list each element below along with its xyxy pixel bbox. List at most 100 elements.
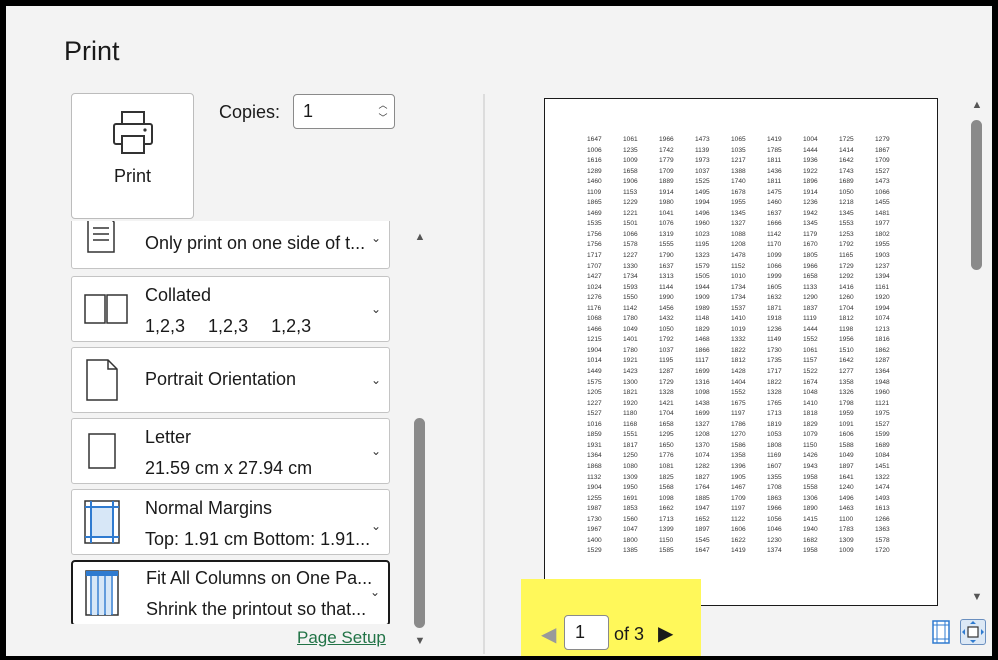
preview-cell: 1725 <box>839 136 854 143</box>
copies-input[interactable] <box>295 96 371 127</box>
collation-dropdown[interactable]: Collated 1,2,3 1,2,3 1,2,3 ⌄ <box>71 276 390 342</box>
preview-cell: 1419 <box>767 136 782 143</box>
preview-cell: 1197 <box>731 505 746 513</box>
preview-cell: 1579 <box>695 262 710 270</box>
preview-cell: 1006 <box>587 146 602 154</box>
preview-cell: 1585 <box>659 547 674 555</box>
scaling-description: Shrink the printout so that... <box>146 599 367 619</box>
preview-cell: 1270 <box>731 431 746 439</box>
preview-cell: 1144 <box>659 283 674 291</box>
preview-cell: 1802 <box>875 230 890 238</box>
current-page-input[interactable] <box>564 615 609 650</box>
preview-cell: 1374 <box>767 547 782 555</box>
preview-cell: 1537 <box>731 304 746 312</box>
preview-cell: 1812 <box>731 357 746 365</box>
preview-cell: 1811 <box>767 157 782 165</box>
preview-cell: 1921 <box>623 357 638 365</box>
preview-cell: 1730 <box>767 346 782 354</box>
page-setup-link[interactable]: Page Setup <box>297 628 386 648</box>
show-margins-button[interactable] <box>928 619 954 645</box>
preview-cell: 1980 <box>659 199 674 207</box>
preview-cell: 1525 <box>695 178 710 186</box>
scroll-down-icon[interactable]: ▼ <box>412 634 428 648</box>
preview-cell: 1364 <box>587 452 602 460</box>
letter-page-icon <box>88 433 116 469</box>
preview-cell: 1920 <box>623 399 638 407</box>
preview-cell: 1290 <box>803 294 818 302</box>
preview-cell: 1867 <box>875 146 890 154</box>
scroll-up-icon[interactable]: ▲ <box>969 98 985 112</box>
preview-cell: 1066 <box>767 262 782 270</box>
preview-cell: 1165 <box>839 252 854 260</box>
preview-cell: 1607 <box>767 462 782 470</box>
preview-cell: 1236 <box>803 199 818 207</box>
print-backstage: Print Print Copies: ︿ ﹀ Only print on on… <box>6 6 992 656</box>
preview-cell: 1363 <box>875 526 890 534</box>
previous-page-icon[interactable]: ◀ <box>541 622 556 647</box>
preview-cell: 1955 <box>875 241 890 249</box>
preview-cell: 1522 <box>803 368 818 376</box>
preview-cell: 1227 <box>623 252 638 260</box>
paper-size-dropdown[interactable]: Letter 21.59 cm x 27.94 cm ⌄ <box>71 418 390 484</box>
preview-cell: 1385 <box>623 547 638 555</box>
copies-stepper[interactable]: ︿ ﹀ <box>293 94 395 129</box>
preview-cell: 1527 <box>875 420 890 428</box>
preview-cell: 1578 <box>623 241 638 249</box>
preview-cell: 1868 <box>587 462 602 470</box>
preview-cell: 1316 <box>695 378 710 386</box>
preview-cell: 1419 <box>731 547 746 555</box>
preview-cell: 1792 <box>659 336 674 344</box>
show-margins-icon <box>932 620 950 644</box>
preview-cell: 1426 <box>803 452 818 460</box>
preview-cell: 1250 <box>623 452 638 460</box>
scroll-up-icon[interactable]: ▲ <box>412 230 428 244</box>
preview-cell: 1229 <box>623 199 638 207</box>
orientation-dropdown[interactable]: Portrait Orientation ⌄ <box>71 347 390 413</box>
preview-cell: 1593 <box>623 283 638 291</box>
scroll-down-icon[interactable]: ▼ <box>969 590 985 604</box>
preview-cell: 1091 <box>839 420 854 428</box>
preview-cell: 1730 <box>587 515 602 523</box>
preview-cell: 1606 <box>731 526 746 534</box>
preview-cell: 1800 <box>623 536 638 544</box>
settings-scroll-thumb[interactable] <box>414 418 425 628</box>
preview-cell: 1423 <box>623 368 638 376</box>
preview-cell: 1493 <box>875 494 890 502</box>
preview-cell: 1973 <box>695 157 710 165</box>
preview-scrollbar[interactable]: ▲ ▼ <box>969 96 985 606</box>
preview-cell: 1904 <box>587 346 602 354</box>
preview-cell: 1652 <box>695 515 710 523</box>
margins-dropdown[interactable]: Normal Margins Top: 1.91 cm Bottom: 1.91… <box>71 489 390 555</box>
preview-cell: 1708 <box>767 484 782 492</box>
next-page-icon[interactable]: ▶ <box>658 621 673 646</box>
preview-cell: 1780 <box>623 315 638 323</box>
orientation-title: Portrait Orientation <box>145 369 297 389</box>
scaling-dropdown[interactable]: Fit All Columns on One Pa... Shrink the … <box>71 560 390 624</box>
chevron-up-icon[interactable]: ︿ <box>377 99 389 111</box>
preview-cell: 1218 <box>839 199 854 207</box>
preview-cell: 1940 <box>803 526 818 534</box>
preview-cell: 1942 <box>803 209 818 217</box>
sides-dropdown[interactable]: Only print on one side of t... ⌄ <box>71 221 390 269</box>
preview-cell: 1313 <box>659 273 674 281</box>
preview-cell: 1410 <box>803 399 818 407</box>
preview-cell: 1475 <box>767 188 782 196</box>
collation-title: Collated <box>145 285 212 305</box>
chevron-down-icon[interactable]: ﹀ <box>377 112 389 124</box>
preview-cell: 1966 <box>767 505 782 513</box>
preview-cell: 1578 <box>875 536 890 544</box>
preview-cell: 1967 <box>587 526 602 534</box>
preview-cell: 1987 <box>587 505 602 513</box>
preview-cell: 1066 <box>875 188 890 196</box>
preview-cell: 1355 <box>767 473 782 481</box>
zoom-to-page-button[interactable] <box>960 619 986 645</box>
preview-cell: 1743 <box>839 167 854 175</box>
preview-cell: 1469 <box>587 209 602 217</box>
settings-scrollbar[interactable]: ▲ ▼ <box>412 228 428 648</box>
print-button[interactable]: Print <box>71 93 194 219</box>
preview-cell: 1300 <box>623 378 638 386</box>
preview-cell: 1501 <box>623 220 638 228</box>
preview-scroll-thumb[interactable] <box>971 120 982 270</box>
preview-cell: 1074 <box>695 452 710 460</box>
preview-cell: 1734 <box>731 283 746 291</box>
